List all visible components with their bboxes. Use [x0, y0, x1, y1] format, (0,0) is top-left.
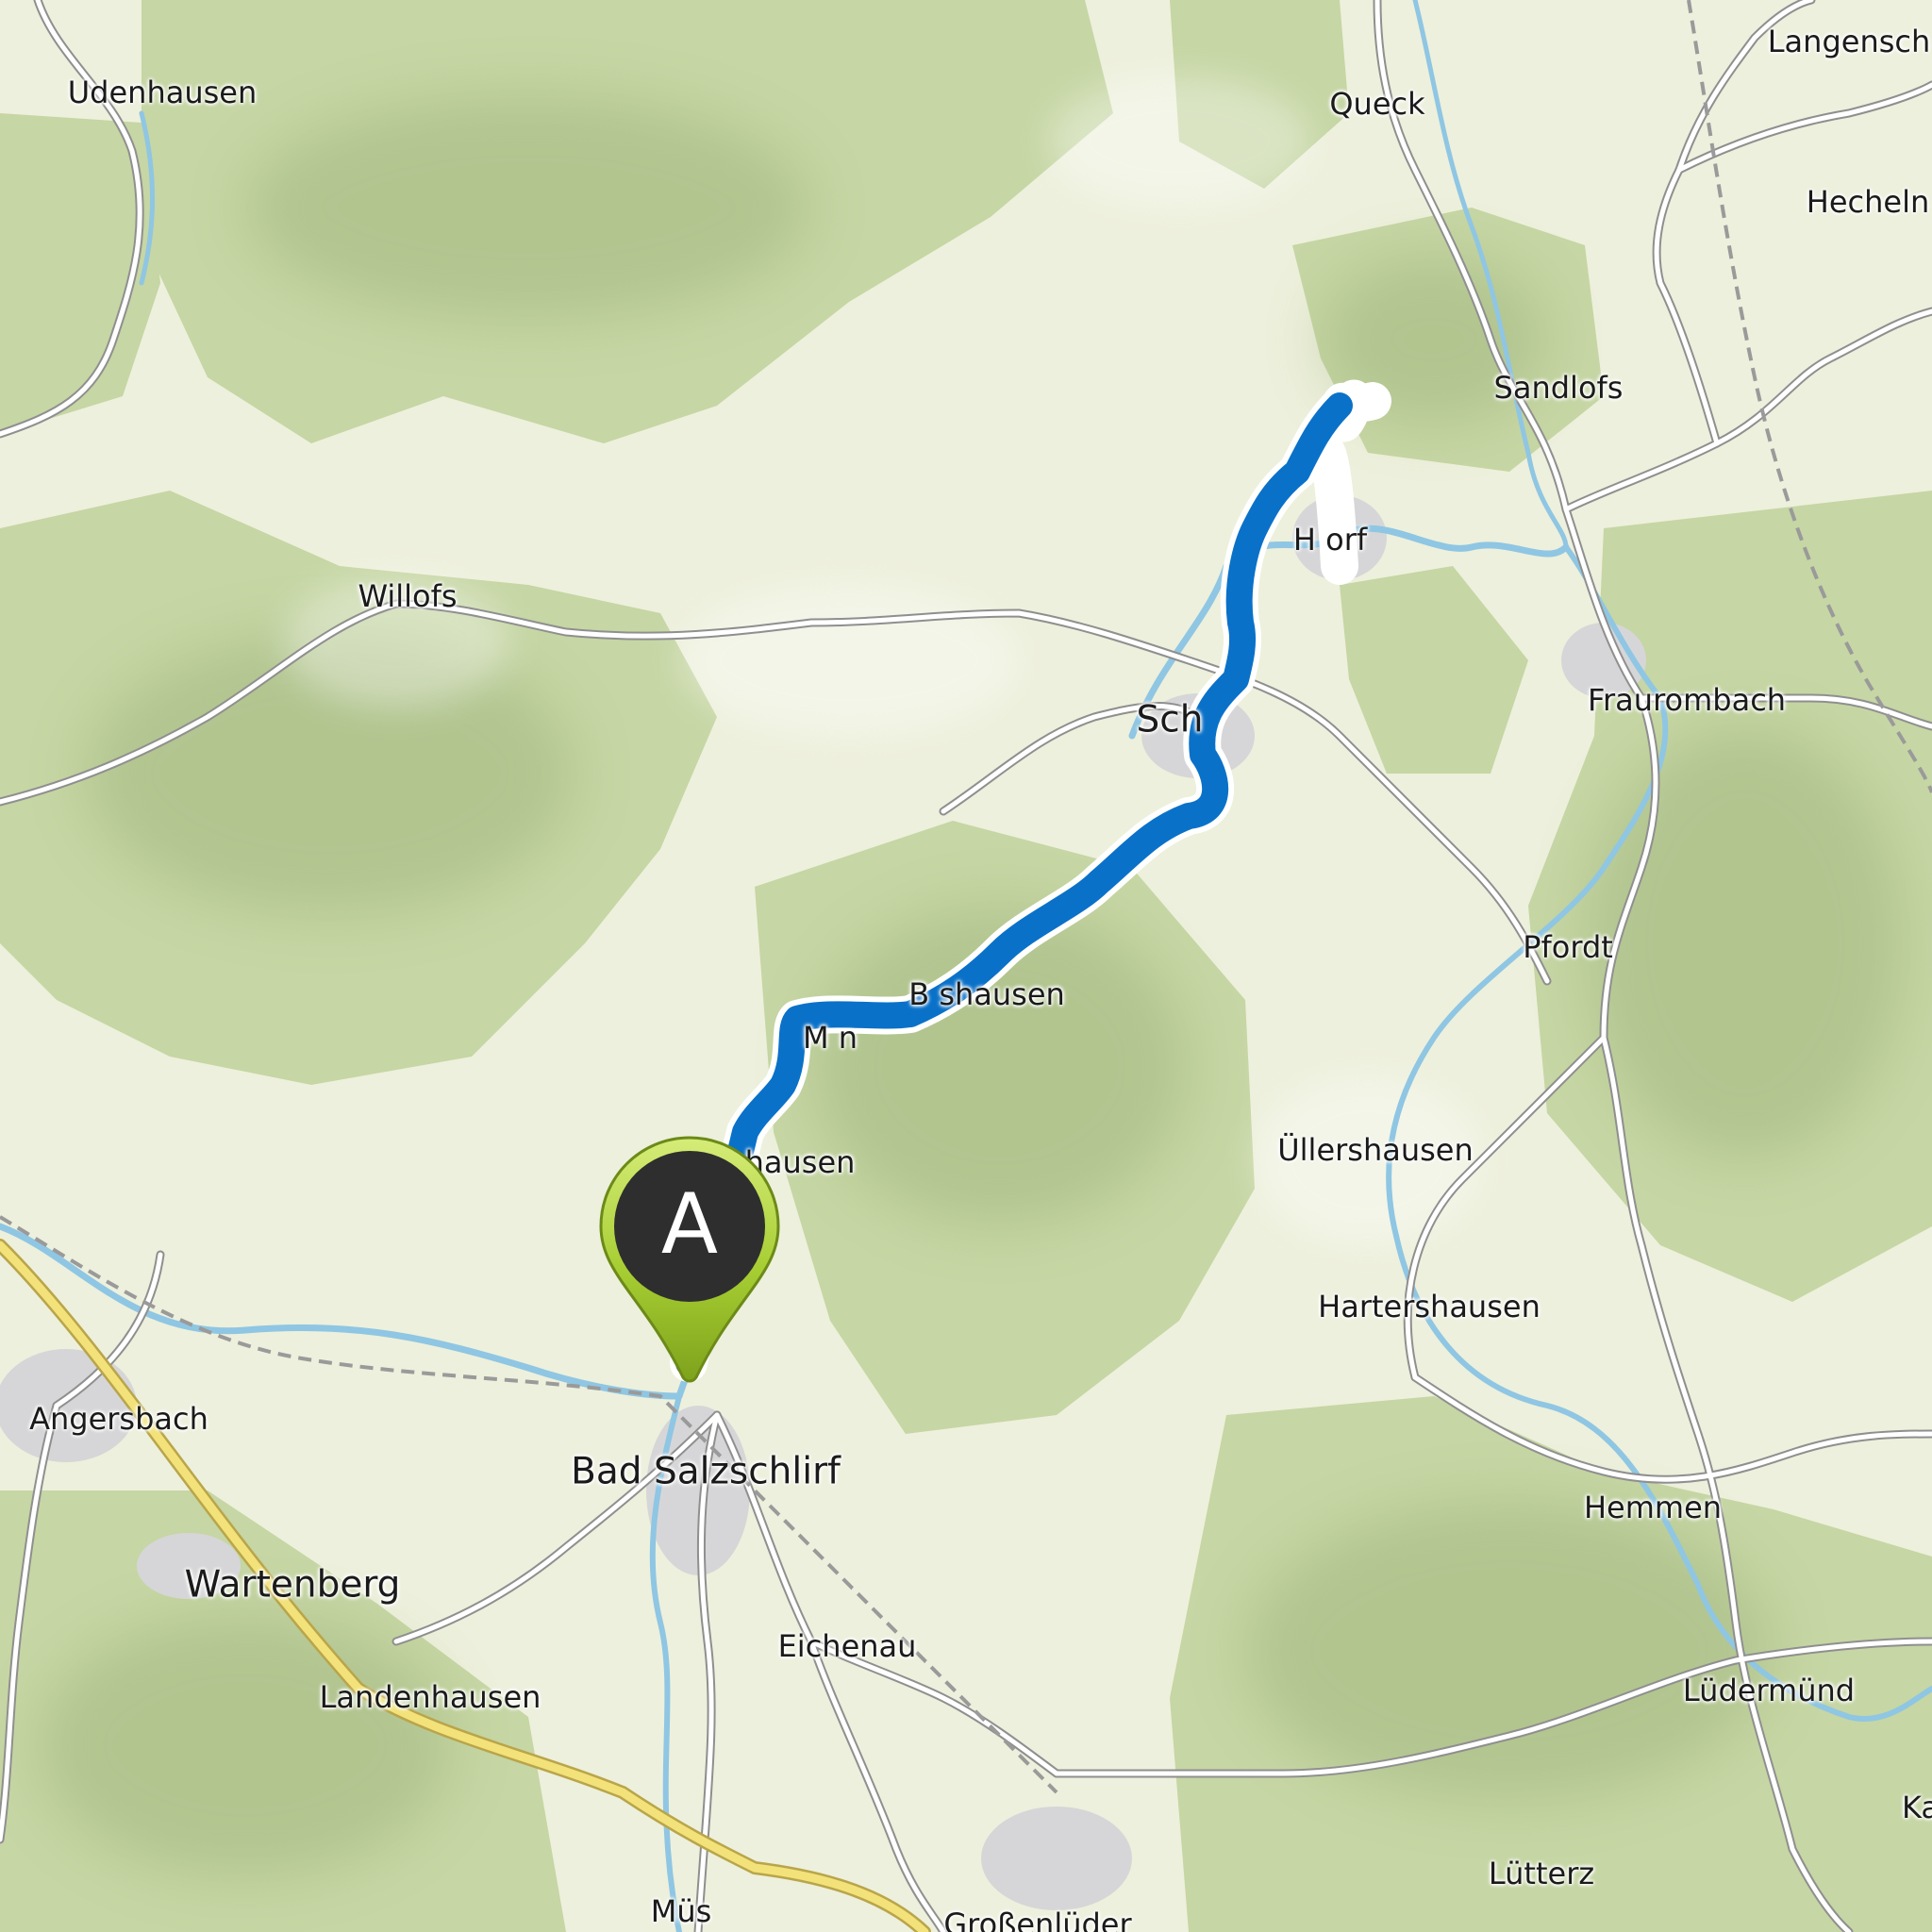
place-label-eichenau: Eichenau [777, 1628, 917, 1664]
place-label-luedermuend: Lüdermünd [1682, 1673, 1856, 1708]
place-label-fraurombach: Fraurombach [1587, 682, 1787, 718]
place-label-grossenlueder: Großenlüder [943, 1907, 1132, 1932]
place-label-bernshausen: B shausen [908, 976, 1065, 1012]
place-label-bad-salzschlirf: Bad Salzschlirf [571, 1450, 841, 1493]
place-label-mues: Müs [650, 1893, 712, 1929]
place-label-pfordt: Pfordt [1523, 929, 1613, 965]
place-label-hartershausen: Hartershausen [1318, 1289, 1541, 1324]
place-label-angersbach: Angersbach [29, 1401, 208, 1437]
place-label-willofs: Willofs [358, 578, 458, 614]
place-label-hecheln: Hecheln [1806, 184, 1930, 220]
place-label-sandlofs: Sandlofs [1493, 370, 1624, 406]
place-label-hemmen: Hemmen [1583, 1490, 1723, 1525]
place-label-michelsrombach: M n [802, 1020, 858, 1056]
place-label-luetterz: Lütterz [1488, 1856, 1595, 1891]
place-label-queck: Queck [1329, 86, 1425, 122]
map-view[interactable]: Udenhausen Queck Langensch Hecheln Sandl… [0, 0, 1932, 1932]
place-label-landenhausen: Landenhausen [319, 1679, 541, 1715]
place-label-uellershausen: Üllershausen [1277, 1132, 1474, 1168]
place-label-schlitz: Sch [1136, 698, 1204, 741]
place-label-udenhausen: Udenhausen [67, 75, 258, 110]
start-marker-label: A [660, 1175, 719, 1273]
place-label-wartenberg: Wartenberg [184, 1563, 401, 1607]
place-label-hainzdorf: H orf [1292, 522, 1368, 558]
place-label-ka: Ka [1901, 1790, 1932, 1825]
place-label-langensch: Langensch [1767, 24, 1931, 59]
start-marker-pin[interactable]: A [588, 1132, 791, 1387]
map-tiles [0, 0, 1932, 1932]
